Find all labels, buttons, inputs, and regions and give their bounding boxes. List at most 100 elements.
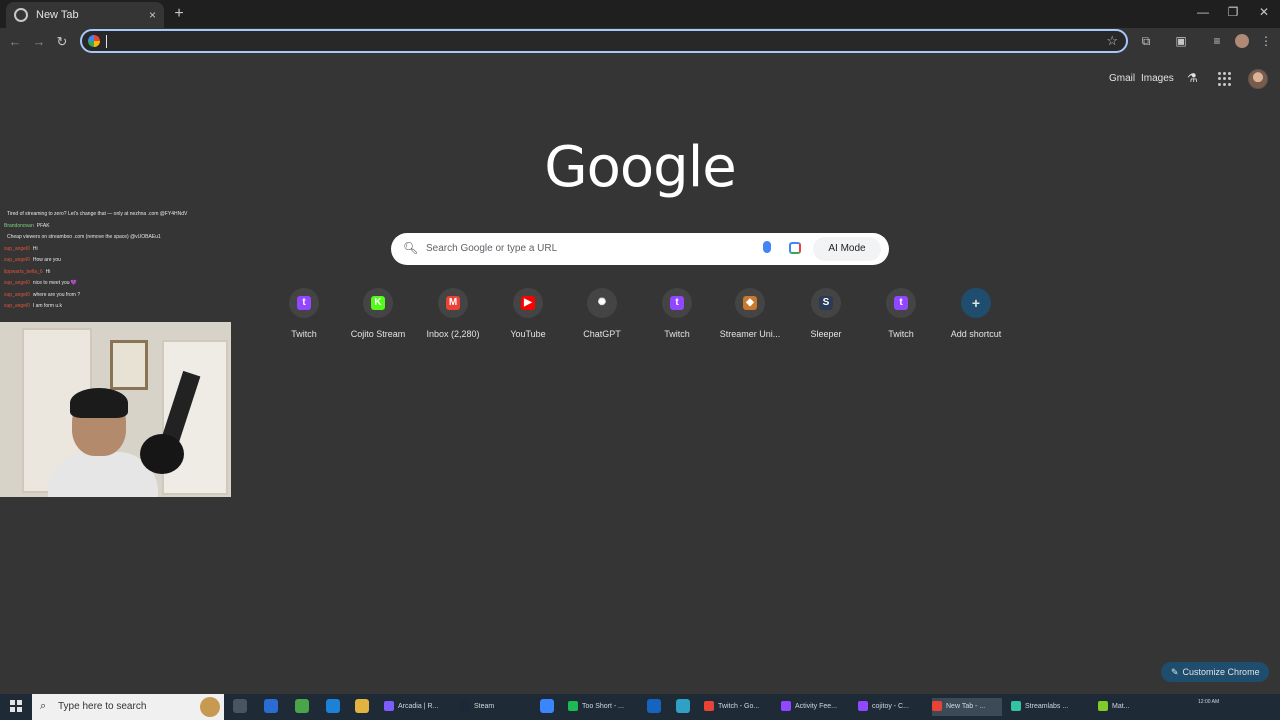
shortcut-label: Twitch: [291, 329, 317, 339]
chat-text: PFAK: [36, 222, 50, 229]
media-control-icon[interactable]: ≡: [1209, 34, 1225, 48]
taskbar-window-button[interactable]: New Tab - ...: [932, 698, 1002, 716]
task-view-icon[interactable]: [233, 699, 247, 713]
shortcut-tile[interactable]: + Add shortcut: [938, 288, 1014, 339]
clock[interactable]: 12:00 AM: [1198, 698, 1219, 706]
app-icon: [568, 701, 578, 712]
taskbar-window-button[interactable]: Mat...: [1098, 698, 1144, 716]
app-icon: [858, 701, 868, 712]
bookmark-star-icon[interactable]: ☆: [1106, 33, 1118, 49]
customize-chrome-button[interactable]: ✎ Customize Chrome: [1161, 662, 1269, 682]
taskbar-window-label: Streamlabs ...: [1025, 703, 1069, 710]
minimize-button[interactable]: —: [1193, 5, 1213, 19]
sleeper-icon: S: [819, 296, 833, 310]
close-tab-icon[interactable]: ×: [149, 8, 156, 22]
chat-message: sup_angel0 where are you from ?: [4, 290, 230, 302]
taskbar-search[interactable]: ⌕ Type here to search: [32, 694, 224, 720]
chat-username: sup_angel0: [4, 291, 30, 298]
taskbar-window-button[interactable]: Streamlabs ...: [1011, 698, 1089, 716]
edge-icon[interactable]: [676, 699, 690, 713]
google-logo: Google: [544, 135, 736, 200]
restore-button[interactable]: ❐: [1223, 5, 1243, 19]
chat-username: sup_angel0: [4, 245, 30, 252]
shortcut-label: ChatGPT: [583, 329, 621, 339]
store-icon[interactable]: [264, 699, 278, 713]
shortcut-label: Sleeper: [810, 329, 842, 339]
back-button[interactable]: ←: [6, 34, 24, 49]
taskbar-window-button[interactable]: cojitoy - C...: [858, 698, 926, 716]
shortcut-tile[interactable]: M Inbox (2,280): [415, 288, 491, 339]
chatgpt-icon: ✺: [595, 296, 609, 310]
ai-mode-button[interactable]: AI Mode: [813, 237, 881, 261]
shortcut-tile[interactable]: ▶ YouTube: [490, 288, 566, 339]
reload-button[interactable]: ↻: [53, 34, 71, 50]
app-icon: [460, 701, 470, 712]
app-icon[interactable]: [295, 699, 309, 713]
shortcut-icon-circle: S: [811, 288, 841, 318]
chat-message: lippwarts_bella_6 Hi: [4, 267, 230, 279]
taskbar-window-button[interactable]: Twitch - Go...: [704, 698, 776, 716]
shortcut-tile[interactable]: ◆ Streamer Uni...: [712, 288, 788, 339]
shortcut-tile[interactable]: t Twitch: [863, 288, 939, 339]
images-link[interactable]: Images: [1141, 73, 1174, 84]
chat-text: I am form u.k: [32, 303, 63, 309]
google-lens-icon[interactable]: [789, 242, 801, 254]
chat-text: How are you: [32, 257, 61, 263]
taskbar-window-label: Mat...: [1112, 703, 1130, 710]
shortcut-icon-circle: t: [289, 288, 319, 318]
app-icon[interactable]: [326, 699, 340, 713]
labs-flask-icon[interactable]: ⚗: [1187, 71, 1198, 85]
file-explorer-icon[interactable]: [355, 699, 369, 713]
chat-text: where are you from ?: [32, 291, 81, 298]
chat-message: sup_angel0 How are you: [4, 255, 230, 267]
chat-text: Tired of streaming to zero? Let's change…: [7, 211, 188, 217]
shortcut-label: Inbox (2,280): [426, 329, 480, 339]
google-apps-icon[interactable]: [1218, 72, 1232, 86]
taskbar-window-button[interactable]: Too Short - ...: [568, 698, 640, 716]
shortcut-tile[interactable]: ✺ ChatGPT: [564, 288, 640, 339]
chat-message: Brandonovan PFAK: [4, 221, 230, 233]
close-window-button[interactable]: ✕: [1254, 5, 1274, 19]
chat-message: sup_angel0 I am form u.k: [4, 301, 230, 313]
shortcut-tile[interactable]: t Twitch: [266, 288, 342, 339]
taskbar-window-button[interactable]: Steam: [460, 698, 508, 716]
address-bar[interactable]: ☆: [80, 29, 1128, 53]
taskbar-window-button[interactable]: Activity Fee...: [781, 698, 853, 716]
extensions-icon[interactable]: ⧉: [1138, 34, 1154, 49]
forward-button[interactable]: →: [30, 34, 48, 49]
shortcut-tile[interactable]: t Twitch: [639, 288, 715, 339]
plus-icon: +: [971, 295, 981, 311]
chat-text: Cheap viewers on streamboo .com (remove …: [7, 234, 161, 240]
search-icon: ⌕: [40, 700, 47, 712]
search-input[interactable]: Search Google or type a URL: [426, 243, 557, 254]
chat-username: sup_angel0: [4, 280, 30, 286]
taskbar-window-label: Steam: [474, 703, 495, 710]
pencil-icon: ✎: [1171, 667, 1179, 677]
side-panel-icon[interactable]: ▣: [1173, 34, 1189, 48]
twitch-icon: t: [670, 296, 684, 310]
chat-text: Hi: [32, 245, 38, 252]
gmail-link[interactable]: Gmail: [1109, 73, 1135, 84]
shortcut-label: Streamer Uni...: [719, 329, 781, 339]
twitch-icon: t: [894, 296, 908, 310]
outlook-icon[interactable]: [647, 699, 661, 713]
shortcut-tile[interactable]: K Cojito Stream: [340, 288, 416, 339]
chat-username: lippwarts_bella_6: [4, 268, 43, 275]
taskbar-window-button[interactable]: Arcadia | R...: [384, 698, 456, 716]
taskbar-search-input[interactable]: Type here to search: [58, 701, 146, 712]
shortcut-label: Add shortcut: [950, 329, 1002, 339]
voice-search-icon[interactable]: [763, 241, 771, 253]
app-icon: [1011, 701, 1021, 712]
account-avatar[interactable]: [1248, 69, 1268, 89]
app-icon[interactable]: [540, 699, 554, 713]
taskbar-window-label: New Tab - ...: [946, 703, 986, 710]
profile-icon[interactable]: [1235, 34, 1249, 48]
new-tab-button[interactable]: +: [170, 5, 188, 23]
tab-new-tab[interactable]: New Tab ×: [6, 2, 164, 28]
menu-kebab-icon[interactable]: ⋮: [1258, 34, 1274, 48]
shortcut-tile[interactable]: S Sleeper: [788, 288, 864, 339]
windows-start-icon[interactable]: [10, 700, 22, 712]
shortcut-icon-circle: t: [662, 288, 692, 318]
shortcut-icon-circle: M: [438, 288, 468, 318]
search-box[interactable]: 🔍︎ Search Google or type a URL AI Mode: [391, 233, 889, 265]
